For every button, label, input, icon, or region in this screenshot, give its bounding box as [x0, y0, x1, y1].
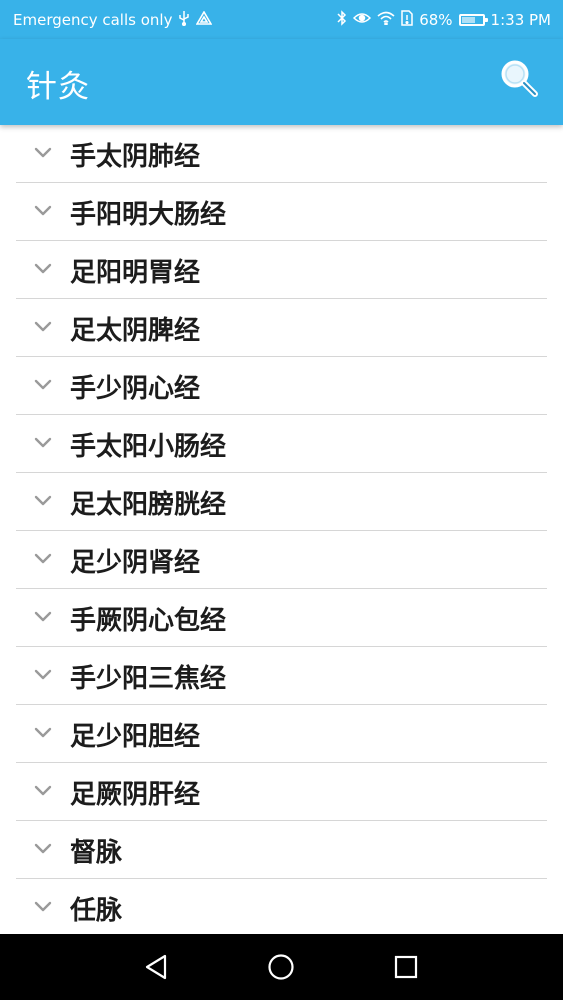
chevron-down-icon — [34, 898, 52, 912]
list-item[interactable]: 手厥阴心包经 — [16, 589, 547, 647]
list-item-label: 足少阳胆经 — [70, 722, 201, 752]
chevron-down-icon — [34, 376, 52, 390]
list-item-label: 手太阴肺经 — [70, 142, 201, 172]
home-icon — [268, 954, 294, 980]
chevron-down-icon — [34, 202, 52, 216]
list-item-label: 足少阴肾经 — [70, 548, 201, 578]
list-item-label: 手厥阴心包经 — [70, 606, 227, 636]
list-item-label: 手阳明大肠经 — [70, 200, 227, 230]
sim-icon — [401, 10, 413, 30]
drive-icon — [196, 9, 213, 30]
carrier-text: Emergency calls only — [13, 11, 173, 29]
search-button[interactable] — [497, 56, 541, 100]
list-item[interactable]: 督脉 — [16, 821, 547, 879]
status-bar: Emergency calls only 68% 1:33 PM — [0, 0, 563, 39]
clock: 1:33 PM — [490, 11, 551, 29]
chevron-down-icon — [34, 144, 52, 158]
status-right: 68% 1:33 PM — [337, 10, 551, 30]
usb-icon — [178, 10, 190, 30]
list-item-label: 任脉 — [70, 896, 123, 926]
recents-button[interactable] — [391, 952, 421, 982]
list-item[interactable]: 足少阴肾经 — [16, 531, 547, 589]
back-button[interactable] — [141, 952, 171, 982]
list-item[interactable]: 手太阴肺经 — [16, 125, 547, 183]
list-item[interactable]: 手阳明大肠经 — [16, 183, 547, 241]
list-item-label: 手少阴心经 — [70, 374, 201, 404]
list-item[interactable]: 足阳明胃经 — [16, 241, 547, 299]
chevron-down-icon — [34, 782, 52, 796]
chevron-down-icon — [34, 840, 52, 854]
chevron-down-icon — [34, 608, 52, 622]
recents-icon — [394, 955, 418, 979]
home-button[interactable] — [266, 952, 296, 982]
status-left: Emergency calls only — [13, 9, 213, 30]
list-item-label: 手少阳三焦经 — [70, 664, 227, 694]
battery-percent: 68% — [419, 11, 453, 29]
list-item[interactable]: 手少阴心经 — [16, 357, 547, 415]
app-bar: 针灸 — [0, 39, 563, 125]
list-item[interactable]: 手少阳三焦经 — [16, 647, 547, 705]
list-item[interactable]: 足厥阴肝经 — [16, 763, 547, 821]
wifi-icon — [377, 11, 395, 29]
list-item[interactable]: 任脉 — [16, 879, 547, 937]
chevron-down-icon — [34, 492, 52, 506]
battery-level-fill — [461, 17, 475, 23]
battery-icon — [458, 14, 488, 26]
eye-comfort-icon — [353, 11, 372, 29]
bluetooth-icon — [337, 10, 347, 30]
list-item-label: 足厥阴肝经 — [70, 780, 201, 810]
chevron-down-icon — [34, 550, 52, 564]
chevron-down-icon — [34, 260, 52, 274]
list-item[interactable]: 手太阳小肠经 — [16, 415, 547, 473]
search-icon — [501, 60, 538, 97]
navigation-bar — [0, 934, 563, 1000]
screen: Emergency calls only 68% 1:33 PM 针灸 手太阴肺… — [0, 0, 563, 1000]
back-icon — [145, 954, 167, 980]
chevron-down-icon — [34, 724, 52, 738]
chevron-down-icon — [34, 434, 52, 448]
list-item[interactable]: 足少阳胆经 — [16, 705, 547, 763]
list-item-label: 督脉 — [70, 838, 123, 868]
list-item[interactable]: 足太阴脾经 — [16, 299, 547, 357]
meridian-list: 手太阴肺经手阳明大肠经 足阳明胃经足太阴脾经手少阴心经手太阳小肠经 足太阳膀胱经 足少… — [16, 125, 547, 937]
list-item-label: 足太阳膀胱经 — [70, 490, 227, 520]
page-title: 针灸 — [26, 69, 90, 105]
list-item-label: 足阳明胃经 — [70, 258, 201, 288]
list-item-label: 手太阳小肠经 — [70, 432, 227, 462]
chevron-down-icon — [34, 666, 52, 680]
list-item-label: 足太阴脾经 — [70, 316, 201, 346]
chevron-down-icon — [34, 318, 52, 332]
list-item[interactable]: 足太阳膀胱经 — [16, 473, 547, 531]
